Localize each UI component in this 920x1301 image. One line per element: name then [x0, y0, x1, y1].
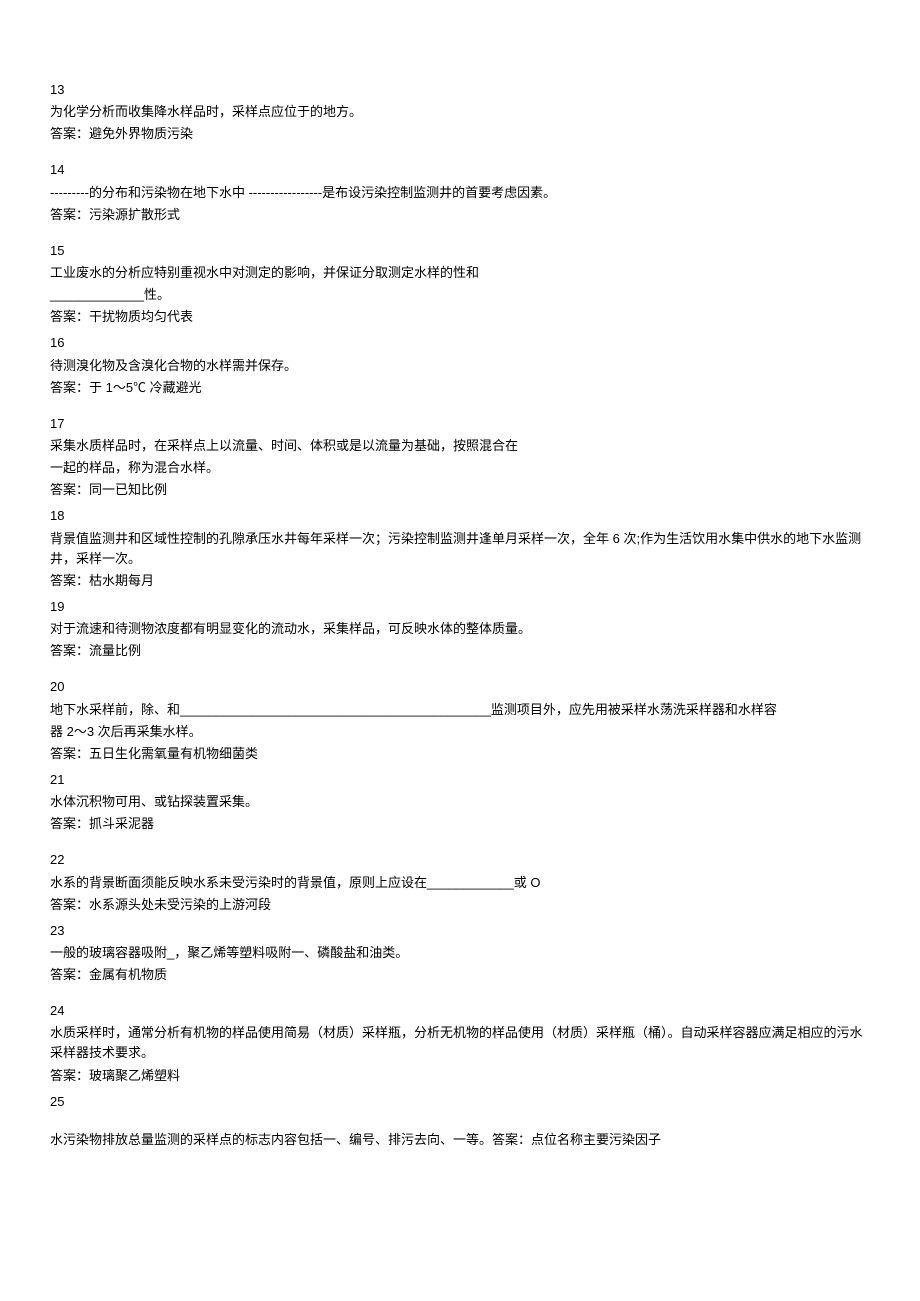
answer-text: 答案：玻璃聚乙烯塑料 [50, 1066, 870, 1086]
question-number: 22 [50, 850, 870, 870]
document-page: 13 为化学分析而收集降水样品时，采样点应位于的地方。 答案：避免外界物质污染 … [0, 0, 920, 1301]
question-number: 16 [50, 333, 870, 353]
question-number: 13 [50, 80, 870, 100]
qa-item-25: 25 水污染物排放总量监测的采样点的标志内容包括一、编号、排污去向、一等。答案：… [50, 1092, 870, 1150]
question-text: 器 2〜3 次后再采集水样。 [50, 722, 870, 742]
question-text: 地下水采样前，除、和______________________________… [50, 700, 870, 720]
qa-item-19: 19 对于流速和待测物浓度都有明显变化的流动水，采集样品，可反映水体的整体质量。… [50, 597, 870, 661]
question-number: 15 [50, 241, 870, 261]
question-text: 一般的玻璃容器吸附_，聚乙烯等塑料吸附一、磷酸盐和油类。 [50, 943, 870, 963]
question-text: _____________性。 [50, 285, 870, 305]
question-text: 水质采样时，通常分析有机物的样品使用简易（材质）采样瓶，分析无机物的样品使用（材… [50, 1023, 870, 1063]
question-text: 一起的样品，称为混合水样。 [50, 458, 870, 478]
question-number: 19 [50, 597, 870, 617]
answer-text: 答案：污染源扩散形式 [50, 205, 870, 225]
qa-item-21: 21 水体沉积物可用、或钻探装置采集。 答案：抓斗采泥器 [50, 770, 870, 834]
qa-item-17: 17 采集水质样品时，在采样点上以流量、时间、体积或是以流量为基础，按照混合在 … [50, 414, 870, 501]
question-number: 24 [50, 1001, 870, 1021]
question-number: 20 [50, 677, 870, 697]
question-text: 水系的背景断面须能反映水系未受污染时的背景值，原则上应设在___________… [50, 873, 870, 893]
qa-item-24: 24 水质采样时，通常分析有机物的样品使用简易（材质）采样瓶，分析无机物的样品使… [50, 1001, 870, 1086]
qa-item-13: 13 为化学分析而收集降水样品时，采样点应位于的地方。 答案：避免外界物质污染 [50, 80, 870, 144]
question-text: 水污染物排放总量监测的采样点的标志内容包括一、编号、排污去向、一等。答案：点位名… [50, 1130, 870, 1150]
question-number: 17 [50, 414, 870, 434]
question-text: 对于流速和待测物浓度都有明显变化的流动水，采集样品，可反映水体的整体质量。 [50, 619, 870, 639]
answer-text: 答案：同一已知比例 [50, 480, 870, 500]
question-number: 25 [50, 1092, 870, 1112]
qa-item-18: 18 背景值监测井和区域性控制的孔隙承压水井每年采样一次；污染控制监测井逢单月采… [50, 506, 870, 591]
answer-text: 答案：水系源头处未受污染的上游河段 [50, 895, 870, 915]
qa-item-16: 16 待测溴化物及含溴化合物的水样需并保存。 答案：于 1〜5℃ 冷藏避光 [50, 333, 870, 397]
qa-item-14: 14 ---------的分布和污染物在地下水中 ---------------… [50, 160, 870, 224]
question-text: 水体沉积物可用、或钻探装置采集。 [50, 792, 870, 812]
question-text: 待测溴化物及含溴化合物的水样需并保存。 [50, 356, 870, 376]
answer-text: 答案：五日生化需氧量有机物细菌类 [50, 744, 870, 764]
answer-text: 答案：金属有机物质 [50, 965, 870, 985]
qa-item-23: 23 一般的玻璃容器吸附_，聚乙烯等塑料吸附一、磷酸盐和油类。 答案：金属有机物… [50, 921, 870, 985]
answer-text: 答案：流量比例 [50, 641, 870, 661]
blank-line [50, 1114, 870, 1128]
question-number: 18 [50, 506, 870, 526]
answer-text: 答案：抓斗采泥器 [50, 814, 870, 834]
qa-item-20: 20 地下水采样前，除、和___________________________… [50, 677, 870, 764]
answer-text: 答案：于 1〜5℃ 冷藏避光 [50, 378, 870, 398]
answer-text: 答案：避免外界物质污染 [50, 124, 870, 144]
question-text: ---------的分布和污染物在地下水中 -----------------是… [50, 183, 870, 203]
question-text: 为化学分析而收集降水样品时，采样点应位于的地方。 [50, 102, 870, 122]
answer-text: 答案：枯水期每月 [50, 571, 870, 591]
question-number: 14 [50, 160, 870, 180]
qa-item-22: 22 水系的背景断面须能反映水系未受污染时的背景值，原则上应设在________… [50, 850, 870, 914]
question-text: 采集水质样品时，在采样点上以流量、时间、体积或是以流量为基础，按照混合在 [50, 436, 870, 456]
question-text: 工业废水的分析应特别重视水中对测定的影响，并保证分取测定水样的性和 [50, 263, 870, 283]
question-number: 23 [50, 921, 870, 941]
question-number: 21 [50, 770, 870, 790]
qa-item-15: 15 工业废水的分析应特别重视水中对测定的影响，并保证分取测定水样的性和 ___… [50, 241, 870, 328]
question-text: 背景值监测井和区域性控制的孔隙承压水井每年采样一次；污染控制监测井逢单月采样一次… [50, 529, 870, 569]
answer-text: 答案：干扰物质均匀代表 [50, 307, 870, 327]
